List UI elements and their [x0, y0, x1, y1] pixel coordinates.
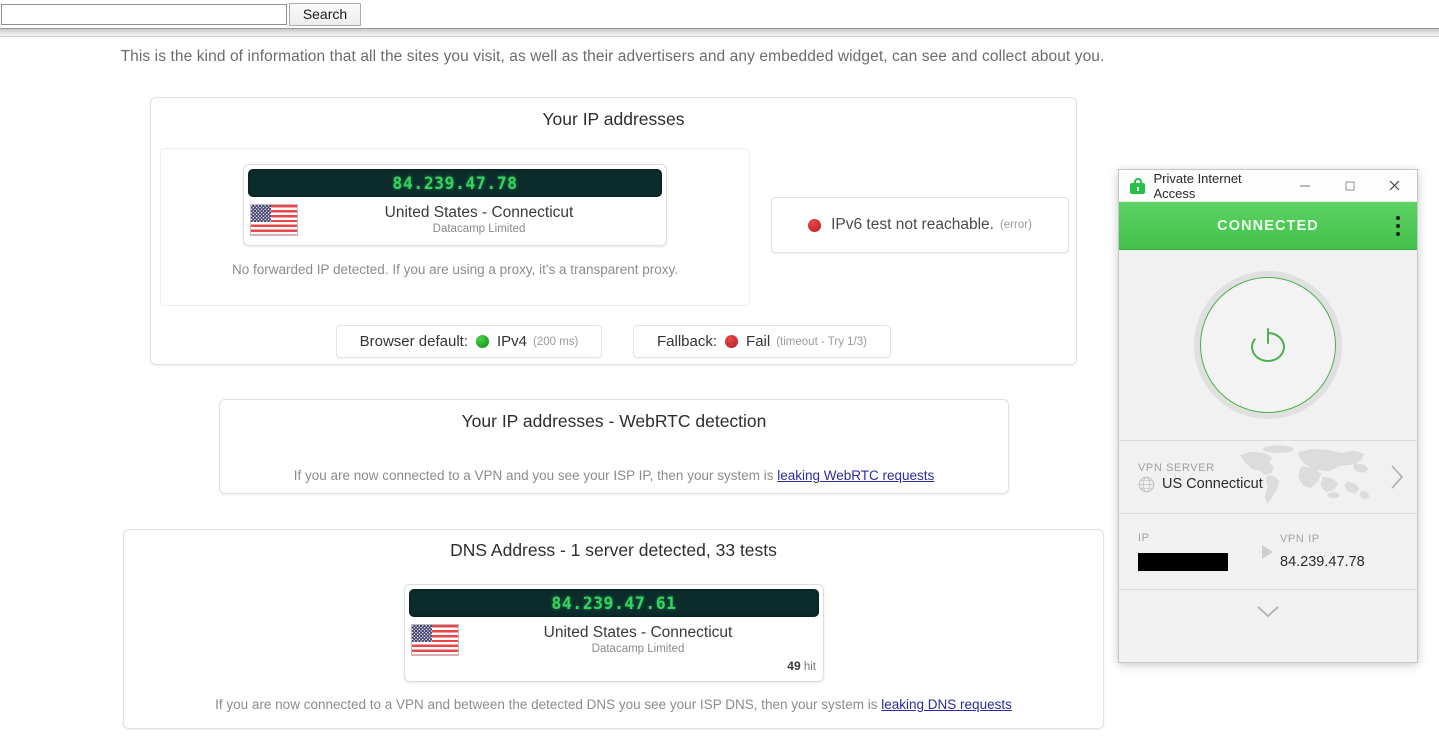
power-ring [1194, 271, 1342, 419]
webrtc-card: Your IP addresses - WebRTC detection If … [219, 399, 1009, 494]
power-button-icon[interactable] [1200, 277, 1336, 413]
fallback-panel: Fallback: Fail (timeout - Try 1/3) [633, 325, 891, 358]
expand-panel-button[interactable] [1119, 590, 1417, 631]
dns-card-title: DNS Address - 1 server detected, 33 test… [450, 540, 777, 560]
browser-default-panel: Browser default: IPv4 (200 ms) [336, 325, 602, 358]
red-status-dot [725, 335, 739, 348]
vpn-server-label: VPN SERVER [1138, 461, 1215, 474]
ip-value-redacted [1138, 553, 1228, 571]
primary-ip-box: 84.239.47.78 United States - Connecticut… [243, 164, 667, 246]
dns-hit-count: 49 hit [787, 659, 816, 673]
close-button[interactable] [1372, 170, 1417, 202]
webrtc-note: If you are now connected to a VPN and yo… [220, 468, 1008, 483]
us-flag-icon [250, 204, 298, 236]
browser-default-detail: (200 ms) [533, 335, 579, 348]
vpn-server-row[interactable]: VPN SERVER US Connecticut [1119, 441, 1417, 513]
pia-title-bar[interactable]: Private Internet Access [1119, 170, 1417, 202]
dns-leak-link[interactable]: leaking DNS requests [881, 697, 1012, 712]
vpn-ip-label: VPN IP [1280, 533, 1320, 545]
vpn-ip-value: 84.239.47.78 [1280, 554, 1365, 570]
pia-window: Private Internet Access CONNECTED VPN SE… [1118, 169, 1418, 663]
fallback-value: Fail [746, 333, 771, 350]
primary-ip-led: 84.239.47.78 [248, 169, 662, 197]
dns-ip-led: 84.239.47.61 [409, 589, 819, 617]
webrtc-leak-link[interactable]: leaking WebRTC requests [777, 468, 934, 483]
vpn-ip-column: VPN IP 84.239.47.78 [1268, 533, 1417, 570]
header-divider [0, 28, 1439, 37]
chevron-right-icon[interactable] [1388, 462, 1406, 492]
webrtc-note-text: If you are now connected to a VPN and yo… [293, 468, 778, 483]
fallback-label: Fallback: [657, 333, 718, 350]
primary-ip-panel: 84.239.47.78 United States - Connecticut… [160, 148, 750, 306]
dns-server-box: 84.239.47.61 United States - Connecticut… [404, 584, 824, 682]
dns-note-text: If you are now connected to a VPN and be… [215, 697, 882, 712]
primary-ip-country: United States - Connecticut [384, 204, 574, 221]
search-input[interactable] [1, 3, 287, 25]
power-area [1119, 250, 1417, 440]
dns-ip-value: 84.239.47.61 [551, 593, 677, 613]
dns-card: DNS Address - 1 server detected, 33 test… [123, 529, 1104, 729]
search-button[interactable]: Search [289, 2, 361, 26]
dns-hit-number: 49 [787, 659, 801, 673]
ipv6-status-detail: (error) [999, 219, 1032, 231]
browser-default-value: IPv4 [497, 333, 528, 350]
ip-addresses-card: Your IP addresses 84.239.47.78 United St… [150, 97, 1077, 365]
globe-icon [1138, 476, 1155, 492]
kebab-menu-icon[interactable] [1396, 215, 1400, 236]
vpn-server-name: US Connecticut [1162, 476, 1263, 492]
pia-status-bar: CONNECTED [1119, 202, 1417, 250]
ip-info-row: IP VPN IP 84.239.47.78 [1119, 514, 1417, 589]
browser-default-label: Browser default: [359, 333, 468, 350]
primary-ip-isp: Datacamp Limited [432, 223, 526, 235]
webrtc-card-title: Your IP addresses - WebRTC detection [461, 411, 767, 431]
chevron-down-icon [1257, 605, 1279, 617]
dns-country: United States - Connecticut [543, 624, 733, 641]
intro-text: This is the kind of information that all… [120, 48, 1105, 65]
search-bar: Search [0, 0, 1439, 28]
red-status-dot [808, 218, 822, 232]
local-ip-column: IP [1119, 532, 1268, 571]
dns-hit-label: hit [803, 661, 816, 673]
ipv6-status-text: IPv6 test not reachable. [831, 216, 994, 233]
pia-window-title: Private Internet Access [1153, 170, 1242, 201]
green-status-dot [476, 335, 489, 348]
fallback-detail: (timeout - Try 1/3) [776, 335, 867, 348]
us-flag-icon [411, 624, 459, 656]
lock-icon [1130, 177, 1145, 194]
ip-card-title: Your IP addresses [542, 109, 685, 129]
ipv6-status-panel: IPv6 test not reachable. (error) [771, 197, 1069, 253]
arrow-right-icon [1262, 544, 1273, 559]
primary-ip-value: 84.239.47.78 [392, 173, 518, 193]
ip-label: IP [1138, 532, 1150, 544]
connection-status: CONNECTED [1217, 217, 1319, 234]
dns-note: If you are now connected to a VPN and be… [124, 697, 1103, 712]
maximize-button[interactable] [1327, 170, 1372, 202]
forwarded-ip-note: No forwarded IP detected. If you are usi… [231, 262, 679, 277]
minimize-button[interactable] [1282, 170, 1327, 202]
dns-isp: Datacamp Limited [591, 643, 685, 655]
